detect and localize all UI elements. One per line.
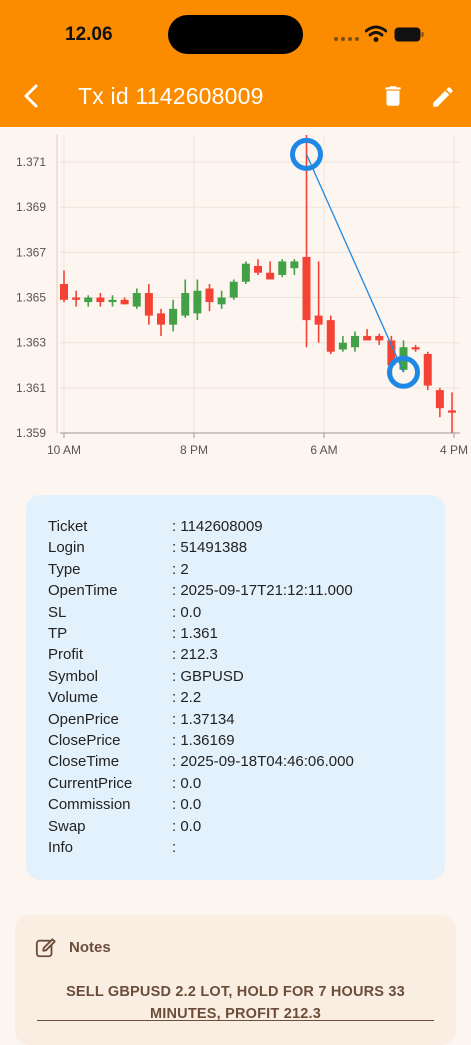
- x-tick-label: 6 AM: [310, 443, 337, 457]
- candle-body: [363, 335, 372, 341]
- candle-body: [290, 261, 299, 269]
- detail-value: : 1142608009: [172, 518, 263, 535]
- candle-body: [132, 293, 141, 307]
- detail-value: : 2025-09-18T04:46:06.000: [172, 753, 354, 771]
- candle-body: [193, 290, 202, 314]
- x-tick-label: 10 AM: [47, 443, 81, 457]
- detail-value: : 51491388: [172, 539, 248, 557]
- candle-body: [144, 293, 153, 316]
- notes-divider: [37, 1020, 434, 1021]
- candle-body: [411, 347, 420, 350]
- y-tick-label: 1.361: [16, 381, 46, 395]
- detail-key: Symbol: [48, 667, 99, 685]
- candle-body: [326, 320, 335, 352]
- candle-body: [435, 390, 444, 409]
- candle-body: [60, 284, 68, 300]
- transaction-details-card: Ticket : 1142608009 Login : 51491388 Type : 2…: [26, 495, 445, 880]
- detail-key: Login: [48, 539, 85, 557]
- y-tick-label: 1.367: [16, 245, 46, 259]
- detail-key: Info: [48, 839, 74, 856]
- detail-value: : 1.361: [172, 625, 218, 642]
- candle-body: [351, 335, 359, 348]
- detail-key: ClosePrice: [48, 732, 121, 749]
- detail-key: CloseTime: [48, 753, 120, 771]
- detail-key: CurrentPrice: [48, 774, 133, 792]
- candle-body: [278, 261, 287, 275]
- detail-key: Profit: [48, 646, 84, 664]
- detail-key: Swap: [48, 817, 86, 835]
- detail-key: Ticket: [48, 518, 88, 535]
- price-chart: 1.359 1.361 1.363 1.365 1.367 1.369 1.371 10 AM…: [16, 135, 468, 457]
- y-tick-label: 1.363: [16, 336, 46, 350]
- detail-key: OpenTime: [48, 582, 118, 600]
- candle-body: [254, 265, 262, 273]
- detail-value: : 1.37134: [172, 710, 235, 728]
- detail-key: Volume: [48, 689, 99, 707]
- candle-body: [302, 256, 311, 321]
- app-bar: 12.06 Tx id 1142608009: [0, 0, 471, 127]
- y-tick-label: 1.365: [16, 291, 46, 305]
- detail-value: :: [172, 839, 177, 856]
- candle-body: [205, 288, 214, 303]
- candle-body: [120, 299, 129, 305]
- candle-body: [72, 297, 81, 300]
- detail-value: : GBPUSD: [172, 667, 244, 685]
- candle-body: [448, 410, 456, 413]
- page-title: Tx id 1142608009: [78, 83, 264, 109]
- candle-body: [181, 293, 190, 316]
- detail-value: : 2: [172, 560, 189, 578]
- dynamic-island: [168, 15, 303, 54]
- y-tick-label: 1.359: [16, 426, 46, 440]
- wifi-icon: [365, 25, 387, 42]
- edit-note-icon: [35, 938, 56, 958]
- candle-body: [84, 297, 93, 303]
- detail-value: : 212.3: [172, 646, 218, 664]
- candle-body: [241, 263, 250, 282]
- x-tick-label: 8 PM: [180, 443, 208, 457]
- candle-body: [217, 297, 226, 305]
- detail-value: : 2025-09-17T21:12:11.000: [172, 582, 353, 600]
- detail-value: : 1.36169: [172, 732, 235, 749]
- detail-value: : 0.0: [172, 603, 202, 621]
- candle-body: [375, 335, 384, 341]
- candle-body: [108, 299, 117, 303]
- candle-body: [157, 313, 165, 325]
- detail-value: : 0.0: [172, 774, 202, 792]
- y-tick-label: 1.369: [16, 200, 46, 214]
- detail-key: SL: [48, 603, 67, 621]
- delete-button[interactable]: [380, 83, 406, 109]
- detail-value: : 0.0: [172, 796, 202, 814]
- candle-body: [229, 281, 238, 298]
- candle-body: [338, 342, 347, 350]
- status-time: 12.06: [65, 24, 113, 45]
- candle-body: [423, 353, 432, 386]
- back-button[interactable]: [18, 82, 46, 110]
- detail-key: Commission: [48, 796, 131, 814]
- detail-key: Type: [48, 560, 81, 578]
- x-tick-label: 4 PM: [440, 443, 468, 457]
- detail-value: : 2.2: [172, 689, 202, 707]
- notes-title: Notes: [69, 939, 111, 956]
- candle-body: [169, 308, 178, 325]
- detail-value: : 0.0: [172, 817, 202, 835]
- y-tick-label: 1.371: [16, 155, 46, 169]
- candle-body: [96, 297, 105, 303]
- detail-key: OpenPrice: [48, 710, 119, 728]
- notes-card: Notes SELL GBPUSD 2.2 LOT, HOLD FOR 7 HO…: [15, 915, 456, 1045]
- candle-body: [266, 272, 275, 280]
- edit-button[interactable]: [430, 84, 456, 110]
- candle-body: [314, 315, 323, 325]
- signal-icon: [334, 37, 359, 41]
- detail-key: TP: [48, 625, 68, 642]
- battery-icon: [394, 27, 424, 42]
- notes-text: SELL GBPUSD 2.2 LOT, HOLD FOR 7 HOURS 33…: [66, 984, 405, 1022]
